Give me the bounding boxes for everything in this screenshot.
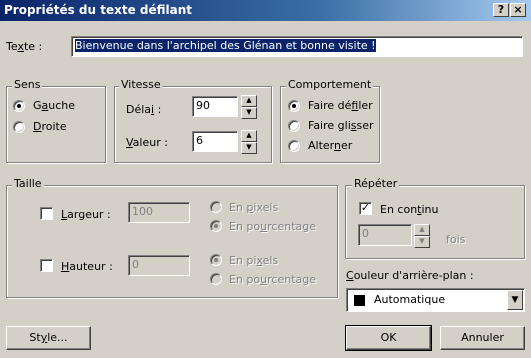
width-pixels-label[interactable]: En pixels	[229, 201, 278, 214]
speed-legend: Vitesse	[119, 78, 163, 91]
radio-dot-icon	[292, 104, 296, 108]
repeat-group	[345, 185, 525, 259]
height-pixels-radio[interactable]	[210, 254, 222, 266]
height-percent-label[interactable]: En pourcentage	[229, 273, 316, 286]
height-label[interactable]: Hauteur :	[61, 260, 113, 273]
radio-dot-icon	[214, 258, 218, 262]
width-percent-radio[interactable]	[210, 220, 222, 232]
cancel-button[interactable]: Annuler	[440, 326, 525, 350]
amount-spinner[interactable]: ▲ ▼	[241, 130, 257, 154]
spin-up-icon[interactable]: ▲	[241, 95, 257, 107]
behavior-legend: Comportement	[286, 78, 374, 91]
delay-label: Délai :	[126, 103, 162, 116]
text-input[interactable]: Bienvenue dans l'archipel des Glénan et …	[71, 36, 523, 57]
spin-up-icon[interactable]: ▲	[414, 224, 430, 236]
repeat-count-input[interactable]: 0	[358, 224, 412, 246]
delay-input[interactable]: 90	[192, 96, 238, 117]
amount-label: Valeur :	[126, 136, 168, 149]
width-label[interactable]: Largeur :	[61, 208, 111, 221]
delay-spinner[interactable]: ▲ ▼	[241, 95, 257, 119]
ok-button[interactable]: OK	[345, 325, 432, 351]
close-button[interactable]: ×	[510, 3, 526, 17]
spin-up-icon[interactable]: ▲	[241, 130, 257, 142]
behavior-scroll-label[interactable]: Faire défiler	[308, 99, 373, 112]
direction-right-label[interactable]: Droite	[33, 120, 67, 133]
chevron-down-icon[interactable]: ▼	[507, 290, 523, 310]
width-percent-label[interactable]: En pourcentage	[229, 220, 316, 233]
check-mark-icon: ✓	[360, 201, 371, 214]
radio-dot-icon	[214, 224, 218, 228]
help-button[interactable]: ?	[493, 3, 509, 17]
height-checkbox[interactable]	[40, 259, 53, 272]
height-input[interactable]: 0	[128, 255, 190, 276]
background-color-label: Couleur d'arrière-plan :	[346, 269, 474, 282]
behavior-alternate-radio[interactable]	[288, 140, 300, 152]
spin-down-icon[interactable]: ▼	[241, 107, 257, 119]
size-legend: Taille	[12, 177, 44, 190]
width-pixels-radio[interactable]	[210, 201, 222, 213]
repeat-legend: Répéter	[352, 177, 400, 190]
amount-input[interactable]: 6	[192, 131, 238, 152]
behavior-slide-radio[interactable]	[288, 120, 300, 132]
background-color-select[interactable]: Automatique ▼	[346, 288, 525, 312]
height-pixels-label[interactable]: En pixels	[229, 254, 278, 267]
continuous-label[interactable]: En continu	[380, 203, 439, 216]
spin-down-icon[interactable]: ▼	[241, 142, 257, 154]
behavior-slide-label[interactable]: Faire glisser	[308, 119, 374, 132]
continuous-checkbox[interactable]: ✓	[359, 202, 372, 215]
width-input[interactable]: 100	[128, 202, 190, 223]
direction-right-radio[interactable]	[13, 121, 25, 133]
behavior-alternate-label[interactable]: Alterner	[308, 139, 352, 152]
repeat-count-spinner[interactable]: ▲ ▼	[414, 224, 430, 248]
direction-legend: Sens	[12, 78, 43, 91]
color-swatch	[354, 295, 365, 306]
window-title: Propriétés du texte défilant	[4, 3, 193, 17]
direction-left-radio[interactable]	[13, 100, 25, 112]
text-input-value: Bienvenue dans l'archipel des Glénan et …	[75, 39, 376, 52]
title-bar: Propriétés du texte défilant ? ×	[0, 0, 531, 21]
style-button[interactable]: Style...	[6, 326, 91, 350]
repeat-unit-label: fois	[446, 233, 466, 246]
behavior-scroll-radio[interactable]	[288, 100, 300, 112]
radio-dot-icon	[17, 104, 21, 108]
width-checkbox[interactable]	[40, 207, 53, 220]
background-color-value: Automatique	[374, 293, 446, 306]
spin-down-icon[interactable]: ▼	[414, 236, 430, 248]
direction-left-label[interactable]: Gauche	[33, 99, 75, 112]
height-percent-radio[interactable]	[210, 273, 222, 285]
text-label: Texte :	[6, 40, 43, 53]
